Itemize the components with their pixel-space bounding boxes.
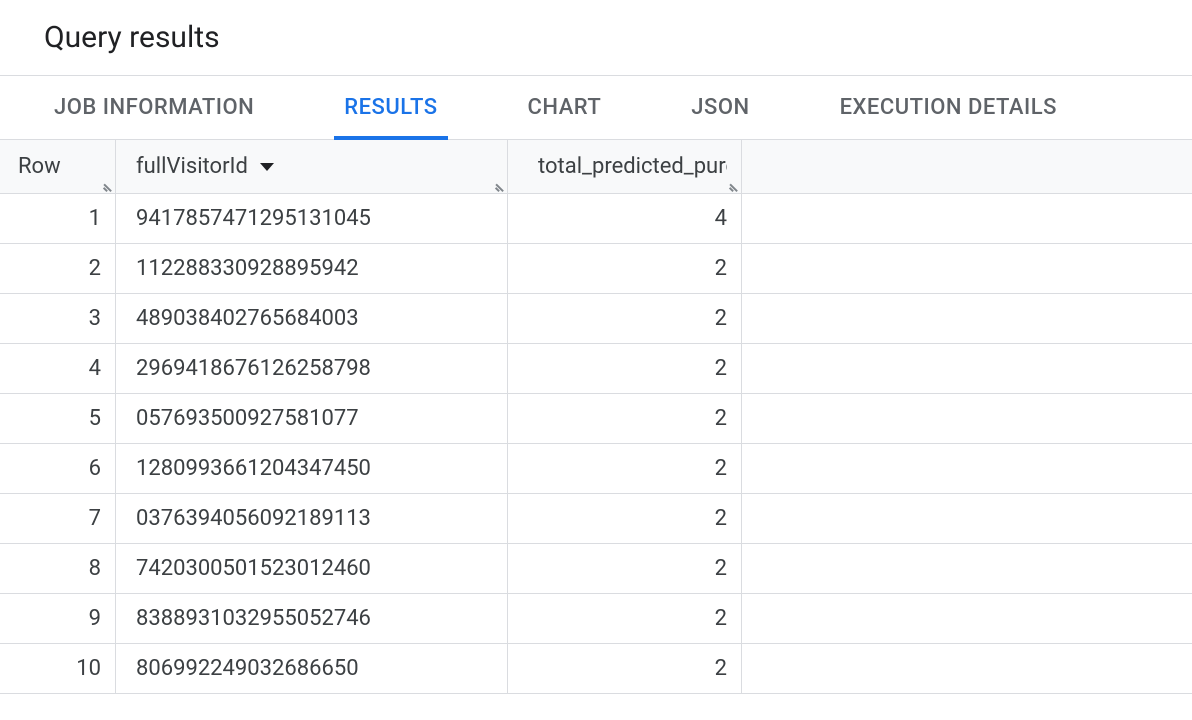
table-row: 108069922490326866502 <box>0 644 1192 694</box>
table-row: 983889310329550527462 <box>0 594 1192 644</box>
column-header-label: total_predicted_purchases <box>538 154 727 179</box>
table-row: 703763940560921891132 <box>0 494 1192 544</box>
table-row: 21122883309288959422 <box>0 244 1192 294</box>
cell-fullvisitorid: 9417857471295131045 <box>116 194 508 243</box>
column-header-fullvisitorid[interactable]: fullVisitorId <box>116 140 508 193</box>
column-header-row[interactable]: Row <box>0 140 116 193</box>
tab-results[interactable]: RESULTS <box>334 76 447 139</box>
cell-row-number: 6 <box>0 444 116 493</box>
cell-total-predicted-purchases: 2 <box>508 594 742 643</box>
cell-row-number: 9 <box>0 594 116 643</box>
resize-handle-icon[interactable] <box>727 179 739 191</box>
cell-row-number: 3 <box>0 294 116 343</box>
cell-fullvisitorid: 2969418676126258798 <box>116 344 508 393</box>
tab-chart[interactable]: CHART <box>518 76 612 139</box>
resize-handle-icon[interactable] <box>493 179 505 191</box>
cell-total-predicted-purchases: 2 <box>508 444 742 493</box>
table-row: 50576935009275810772 <box>0 394 1192 444</box>
cell-row-number: 2 <box>0 244 116 293</box>
cell-fullvisitorid: 8388931032955052746 <box>116 594 508 643</box>
cell-total-predicted-purchases: 4 <box>508 194 742 243</box>
title-bar: Query results <box>0 0 1192 75</box>
table-row: 612809936612043474502 <box>0 444 1192 494</box>
tab-json[interactable]: JSON <box>681 76 759 139</box>
results-table: Row fullVisitorId total_predicted_purcha… <box>0 140 1192 694</box>
tabs: JOB INFORMATION RESULTS CHART JSON EXECU… <box>0 75 1192 140</box>
table-row: 874203005015230124602 <box>0 544 1192 594</box>
cell-fullvisitorid: 112288330928895942 <box>116 244 508 293</box>
table-row: 34890384027656840032 <box>0 294 1192 344</box>
cell-row-number: 8 <box>0 544 116 593</box>
cell-fullvisitorid: 7420300501523012460 <box>116 544 508 593</box>
cell-row-number: 10 <box>0 644 116 693</box>
cell-row-number: 1 <box>0 194 116 243</box>
cell-row-number: 7 <box>0 494 116 543</box>
cell-row-number: 4 <box>0 344 116 393</box>
cell-total-predicted-purchases: 2 <box>508 344 742 393</box>
column-header-total-predicted-purchases[interactable]: total_predicted_purchases <box>508 140 742 193</box>
cell-fullvisitorid: 057693500927581077 <box>116 394 508 443</box>
column-header-label: Row <box>18 154 61 179</box>
table-row: 194178574712951310454 <box>0 194 1192 244</box>
tab-execution-details[interactable]: EXECUTION DETAILS <box>830 76 1067 139</box>
cell-row-number: 5 <box>0 394 116 443</box>
resize-handle-icon[interactable] <box>101 179 113 191</box>
table-row: 429694186761262587982 <box>0 344 1192 394</box>
page-title: Query results <box>44 20 1192 55</box>
cell-total-predicted-purchases: 2 <box>508 644 742 693</box>
cell-total-predicted-purchases: 2 <box>508 244 742 293</box>
cell-total-predicted-purchases: 2 <box>508 294 742 343</box>
cell-fullvisitorid: 806992249032686650 <box>116 644 508 693</box>
tab-job-information[interactable]: JOB INFORMATION <box>44 76 264 139</box>
cell-fullvisitorid: 0376394056092189113 <box>116 494 508 543</box>
sort-descending-icon[interactable] <box>260 163 274 171</box>
cell-total-predicted-purchases: 2 <box>508 494 742 543</box>
table-header-row: Row fullVisitorId total_predicted_purcha… <box>0 140 1192 194</box>
cell-fullvisitorid: 489038402765684003 <box>116 294 508 343</box>
cell-total-predicted-purchases: 2 <box>508 544 742 593</box>
cell-total-predicted-purchases: 2 <box>508 394 742 443</box>
column-header-label: fullVisitorId <box>136 154 248 179</box>
cell-fullvisitorid: 1280993661204347450 <box>116 444 508 493</box>
